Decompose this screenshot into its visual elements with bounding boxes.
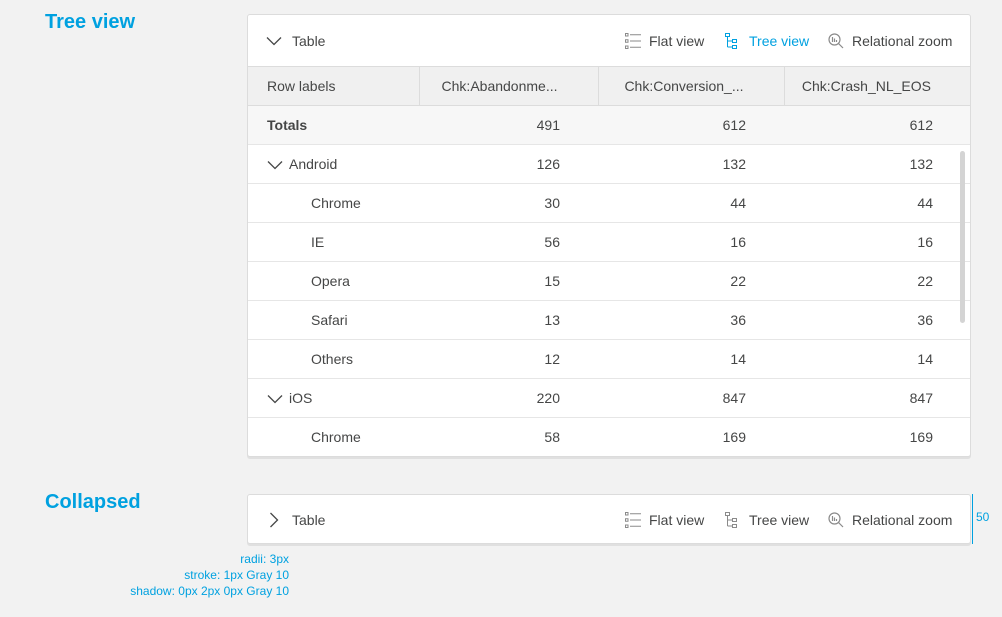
panel-header: Table Flat view Tree view Relational zoo… [248, 15, 970, 66]
cell-value: 126 [419, 144, 598, 184]
cell-value: 847 [784, 378, 970, 418]
chevron-right-icon [266, 512, 282, 528]
flat-view-label: Flat view [649, 512, 705, 528]
cell-value: 56 [419, 222, 598, 262]
relational-zoom-label: Relational zoom [852, 512, 953, 528]
table-row: IE 56 16 16 [248, 222, 970, 262]
column-header-row-labels[interactable]: Row labels [248, 66, 419, 106]
relational-zoom-button[interactable]: Relational zoom [828, 15, 952, 66]
tree-view-label: Tree view [749, 32, 810, 49]
tree-table-container: Row labels Chk:Abandonme... Chk:Conversi… [248, 66, 970, 456]
panel-expand-toggle[interactable]: Table [266, 495, 326, 543]
tree-view-label: Tree view [749, 512, 810, 528]
zoom-icon [828, 512, 852, 528]
tree-table: Row labels Chk:Abandonme... Chk:Conversi… [248, 66, 970, 456]
column-header[interactable]: Chk:Crash_NL_EOS [783, 66, 970, 106]
height-dimension-label: 50 [976, 510, 990, 524]
tree-view-button[interactable]: Tree view [725, 495, 810, 543]
table-row: Chrome 58 169 169 [248, 417, 970, 456]
relational-zoom-button[interactable]: Relational zoom [828, 495, 953, 543]
tree-icon [725, 512, 749, 528]
chevron-down-icon[interactable] [267, 394, 283, 404]
cell-value: 132 [598, 144, 784, 184]
panel-title: Table [292, 32, 326, 49]
cell-value: 36 [598, 300, 784, 340]
flat-view-button[interactable]: Flat view [625, 495, 705, 543]
totals-row: Totals 491 612 612 [248, 105, 970, 145]
table-row-group: iOS 220 847 847 [248, 378, 970, 418]
panel-collapse-toggle[interactable]: Table [266, 15, 325, 66]
row-label: IE [248, 222, 419, 262]
column-header[interactable]: Chk:Conversion_... [597, 66, 784, 106]
vertical-scrollbar[interactable] [960, 151, 965, 323]
tree-icon [725, 32, 749, 49]
chevron-down-icon [266, 36, 282, 46]
collapsed-panel: Table Flat view Tree view Relational zoo… [247, 494, 971, 544]
table-header-row: Row labels Chk:Abandonme... Chk:Conversi… [248, 66, 970, 106]
cell-value: 22 [784, 261, 970, 301]
list-icon [625, 512, 649, 528]
cell-value: 44 [784, 183, 970, 223]
tree-view-panel: Table Flat view Tree view Relational zoo… [247, 14, 971, 457]
cell-value: 16 [598, 222, 784, 262]
cell-value: 132 [784, 144, 970, 184]
table-row: Opera 15 22 22 [248, 261, 970, 301]
table-row: Chrome 30 44 44 [248, 183, 970, 223]
section-title-collapsed: Collapsed [45, 491, 141, 513]
row-label-cell: Android [248, 144, 419, 184]
panel-header: Table Flat view Tree view Relational zoo… [248, 495, 970, 543]
table-row: Safari 13 36 36 [248, 300, 970, 340]
row-label: Safari [248, 300, 419, 340]
row-label-cell: iOS [248, 378, 419, 418]
cell-value: 612 [784, 105, 970, 145]
cell-value: 44 [598, 183, 784, 223]
row-label: Chrome [248, 183, 419, 223]
row-label: Totals [248, 105, 419, 145]
column-header[interactable]: Chk:Abandonme... [418, 66, 598, 106]
chevron-down-icon[interactable] [267, 160, 283, 170]
panel-title: Table [292, 512, 326, 528]
table-row: Others 12 14 14 [248, 339, 970, 379]
spec-radii: radii: 3px [240, 552, 289, 566]
list-icon [625, 32, 649, 49]
row-label: Opera [248, 261, 419, 301]
cell-value: 30 [419, 183, 598, 223]
cell-value: 220 [419, 378, 598, 418]
cell-value: 12 [419, 339, 598, 379]
height-dimension-line [972, 494, 973, 544]
relational-zoom-label: Relational zoom [852, 32, 953, 49]
section-title-tree-view: Tree view [45, 11, 136, 33]
cell-value: 58 [419, 417, 598, 456]
cell-value: 491 [419, 105, 598, 145]
cell-value: 169 [784, 417, 970, 456]
zoom-icon [828, 32, 852, 49]
cell-value: 36 [784, 300, 970, 340]
cell-value: 15 [419, 261, 598, 301]
table-row-group: Android 126 132 132 [248, 144, 970, 184]
row-label: Others [248, 339, 419, 379]
cell-value: 847 [598, 378, 784, 418]
row-label: iOS [289, 390, 313, 406]
cell-value: 13 [419, 300, 598, 340]
flat-view-label: Flat view [649, 32, 705, 49]
cell-value: 22 [598, 261, 784, 301]
cell-value: 14 [598, 339, 784, 379]
spec-stroke: stroke: 1px Gray 10 [184, 568, 289, 582]
row-label: Android [289, 156, 338, 172]
cell-value: 612 [598, 105, 784, 145]
tree-view-button[interactable]: Tree view [725, 15, 809, 66]
cell-value: 14 [784, 339, 970, 379]
row-label: Chrome [248, 417, 419, 456]
cell-value: 16 [784, 222, 970, 262]
cell-value: 169 [598, 417, 784, 456]
flat-view-button[interactable]: Flat view [625, 15, 704, 66]
spec-shadow: shadow: 0px 2px 0px Gray 10 [130, 584, 289, 598]
